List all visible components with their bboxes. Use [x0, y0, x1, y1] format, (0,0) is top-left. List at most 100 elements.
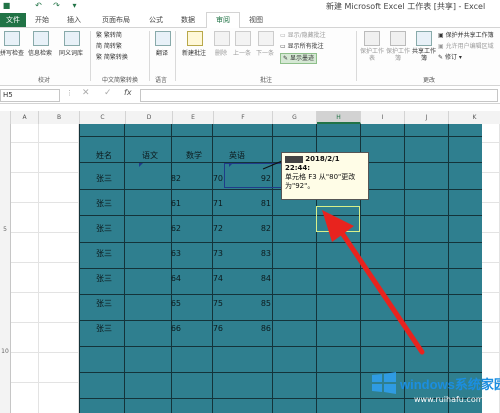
table-cell-name[interactable]: 张三 — [96, 273, 112, 284]
select-all-corner[interactable] — [0, 111, 11, 124]
protect-share-label: 保护并共享工作簿 — [445, 32, 494, 39]
protect-share-button[interactable]: ▣ 保护并共享工作簿 — [438, 31, 494, 40]
row-header[interactable]: 10 — [0, 348, 10, 355]
table-cell-name[interactable]: 张三 — [96, 173, 112, 184]
to-traditional-icon: 简 — [96, 43, 104, 50]
group-separator — [90, 31, 91, 81]
chinese-convert-button[interactable]: 繁 简繁转换 — [96, 53, 128, 62]
to-traditional-button[interactable]: 简 简转繁 — [96, 42, 122, 51]
customize-quick-access-icon[interactable]: ▾ — [70, 1, 79, 10]
row-headers: 5 10 — [0, 124, 11, 413]
column-header[interactable]: C — [80, 111, 126, 124]
tab-page-layout[interactable]: 页面布局 — [96, 13, 136, 27]
table-cell-english[interactable]: 92 — [231, 174, 271, 183]
table-cell-math[interactable]: 72 — [183, 224, 223, 233]
redo-icon[interactable]: ↷ — [52, 1, 61, 10]
name-box[interactable]: H5 — [0, 89, 60, 102]
undo-icon[interactable]: ↶ — [34, 1, 43, 10]
table-cell-math[interactable]: 71 — [183, 199, 223, 208]
comment-date: 2018/2/1 — [305, 155, 340, 163]
spelling-label: 拼写检查 — [0, 50, 25, 57]
delete-comment-icon — [214, 31, 230, 46]
table-cell-chinese[interactable]: 61 — [141, 199, 181, 208]
table-cell-name[interactable]: 张三 — [96, 323, 112, 334]
protect-share-icon: ▣ — [438, 32, 446, 39]
windows-logo-icon — [372, 372, 396, 394]
column-header[interactable]: A — [11, 111, 39, 124]
column-header[interactable]: J — [405, 111, 449, 124]
show-ink-button[interactable]: ✎ 显示墨迹 — [280, 53, 317, 64]
show-all-comments-button[interactable]: ▭ 显示所有批注 — [280, 42, 324, 51]
group-label-proofing: 校对 — [37, 77, 50, 84]
column-header[interactable]: F — [214, 111, 273, 124]
table-cell-english[interactable]: 82 — [231, 224, 271, 233]
table-cell-chinese[interactable]: 66 — [141, 324, 181, 333]
spelling-icon — [4, 31, 20, 46]
table-cell-english[interactable]: 84 — [231, 274, 271, 283]
tab-file[interactable]: 文件 — [0, 13, 26, 27]
tab-home[interactable]: 开始 — [28, 13, 56, 27]
red-arrow-annotation — [322, 210, 425, 355]
header-cell[interactable]: 英语 — [229, 150, 245, 161]
table-cell-chinese[interactable]: 65 — [141, 299, 181, 308]
enter-entry-icon[interactable]: ✓ — [104, 88, 112, 98]
show-hide-comment-label: 显示/隐藏批注 — [287, 32, 326, 39]
chinese-convert-icon: 繁 — [96, 54, 104, 61]
save-icon[interactable]: ■ — [2, 1, 11, 10]
table-cell-math[interactable]: 74 — [183, 274, 223, 283]
tab-formulas[interactable]: 公式 — [142, 13, 170, 27]
column-header[interactable]: B — [39, 111, 80, 124]
formula-input[interactable] — [140, 89, 498, 102]
name-box-dropdown-icon[interactable]: ⋮ — [66, 89, 73, 97]
table-cell-math[interactable]: 73 — [183, 249, 223, 258]
to-traditional-label: 简转繁 — [103, 43, 122, 50]
column-header[interactable]: E — [173, 111, 214, 124]
tab-review[interactable]: 审阅 — [206, 12, 240, 29]
new-comment-label: 新建批注 — [181, 50, 206, 57]
chinese-convert-label: 简繁转换 — [103, 54, 128, 61]
show-hide-comment-button[interactable]: ▭ 显示/隐藏批注 — [280, 31, 326, 40]
column-header[interactable]: G — [273, 111, 317, 124]
table-cell-chinese[interactable]: 64 — [141, 274, 181, 283]
table-cell-chinese[interactable]: 82 — [141, 174, 181, 183]
table-cell-english[interactable]: 85 — [231, 299, 271, 308]
formula-bar: H5 ⋮ ✕ ✓ fx — [0, 86, 500, 104]
table-cell-english[interactable]: 81 — [231, 199, 271, 208]
column-headers: A B C D E F G H I J K — [0, 111, 500, 125]
show-all-comments-icon: ▭ — [280, 43, 288, 50]
tab-data[interactable]: 数据 — [174, 13, 202, 27]
header-cell[interactable]: 姓名 — [96, 150, 112, 161]
track-changes-label: 修订 — [444, 54, 457, 61]
table-cell-english[interactable]: 86 — [231, 324, 271, 333]
column-header[interactable]: H — [317, 111, 361, 124]
header-cell[interactable]: 数学 — [186, 150, 202, 161]
cancel-entry-icon[interactable]: ✕ — [82, 88, 90, 98]
table-cell-chinese[interactable]: 63 — [141, 249, 181, 258]
insert-function-icon[interactable]: fx — [124, 88, 132, 97]
column-header[interactable]: I — [361, 111, 405, 124]
tab-insert[interactable]: 插入 — [60, 13, 88, 27]
table-cell-name[interactable]: 张三 — [96, 223, 112, 234]
table-cell-math[interactable]: 70 — [183, 174, 223, 183]
to-simplified-button[interactable]: 繁 繁转简 — [96, 31, 122, 40]
table-cell-chinese[interactable]: 62 — [141, 224, 181, 233]
allow-edit-ranges-button[interactable]: ▣ 允许用户编辑区域 — [438, 42, 494, 51]
to-simplified-icon: 繁 — [96, 32, 104, 39]
table-cell-name[interactable]: 张三 — [96, 298, 112, 309]
tab-view[interactable]: 视图 — [242, 13, 270, 27]
table-cell-math[interactable]: 76 — [183, 324, 223, 333]
table-cell-math[interactable]: 75 — [183, 299, 223, 308]
row-header[interactable]: 5 — [0, 226, 10, 233]
protect-workbook-label: 保护工作簿 — [386, 48, 411, 62]
table-cell-name[interactable]: 张三 — [96, 198, 112, 209]
allow-edit-ranges-label: 允许用户编辑区域 — [445, 43, 494, 50]
column-header[interactable]: D — [126, 111, 173, 124]
table-cell-name[interactable]: 张三 — [96, 248, 112, 259]
watermark-url: www.ruihafu.com — [414, 395, 484, 404]
protect-sheet-icon — [364, 31, 380, 46]
track-changes-button[interactable]: ✎ 修订 ▾ — [438, 53, 462, 62]
group-label-chinese: 中文简繁转换 — [101, 77, 138, 84]
column-header[interactable]: K — [449, 111, 500, 124]
header-cell[interactable]: 语文 — [142, 150, 158, 161]
table-cell-english[interactable]: 83 — [231, 249, 271, 258]
